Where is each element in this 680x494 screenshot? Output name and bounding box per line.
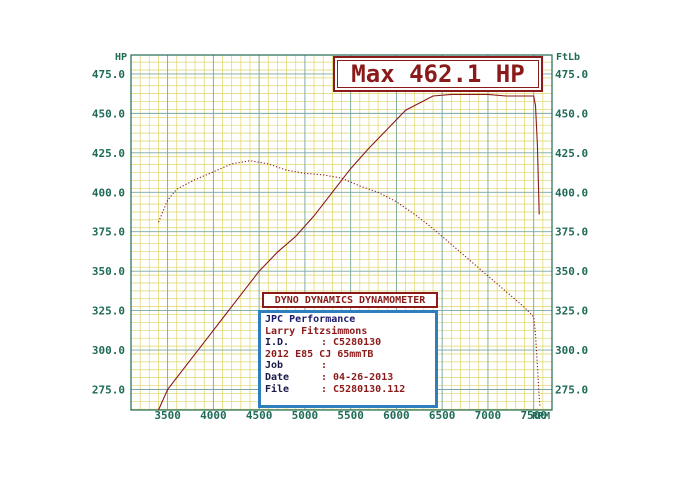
info-vehicle: 2012 E85 CJ 65mmTB — [265, 349, 431, 361]
date-value: : 04-26-2013 — [321, 371, 394, 383]
file-label: File — [265, 383, 290, 395]
y-tick-label-right: 400.0 — [555, 186, 588, 199]
customer-text: Larry Fitzsimmons — [265, 325, 368, 337]
info-date: Date : 04-26-2013 — [265, 372, 431, 384]
max-hp-label: Max 462.1 HP — [333, 56, 543, 92]
y-tick-label-right: 325.0 — [555, 305, 588, 318]
x-tick-label: 4000 — [200, 409, 227, 422]
x-tick-label: 4500 — [246, 409, 273, 422]
y-tick-label-left: 325.0 — [92, 305, 125, 318]
y-tick-label-left: 425.0 — [92, 147, 125, 160]
x-tick-label: 6000 — [383, 409, 410, 422]
x-axis-unit: RPM — [532, 411, 550, 422]
y-tick-label-left: 350.0 — [92, 265, 125, 278]
y-axis-right: 475.0 450.0 425.0 400.0 375.0 350.0 325.0 300.0… — [555, 68, 588, 397]
file-value: : C5280130.112 — [321, 383, 406, 395]
vehicle-text: 2012 E85 CJ 65mmTB — [265, 348, 374, 360]
y-tick-label-right: 425.0 — [555, 147, 588, 160]
y-tick-label-left: 450.0 — [92, 107, 125, 120]
x-tick-label: 6500 — [429, 409, 456, 422]
x-tick-label: 5500 — [337, 409, 364, 422]
job-label: Job — [265, 360, 284, 372]
y-tick-label-right: 275.0 — [555, 383, 588, 396]
company-text: JPC Performance — [265, 314, 356, 325]
dyno-title: DYNO DYNAMICS DYNAMOMETER — [262, 292, 438, 308]
y-axis-left: 475.0 450.0 425.0 400.0 375.0 350.0 325.0 300.0… — [92, 68, 125, 397]
left-axis-unit: HP — [115, 52, 127, 63]
y-tick-label-right: 450.0 — [555, 107, 588, 120]
right-axis-unit: FtLb — [556, 52, 580, 63]
y-tick-label-left: 275.0 — [92, 383, 125, 396]
y-tick-label-left: 375.0 — [92, 226, 125, 239]
info-company: JPC Performance — [265, 314, 431, 326]
max-hp-text: Max 462.1 HP — [351, 60, 525, 88]
y-tick-label-right: 350.0 — [555, 265, 588, 278]
y-tick-label-right: 300.0 — [555, 344, 588, 357]
job-value: : — [321, 360, 328, 372]
id-value: : C5280130 — [321, 337, 382, 349]
x-axis: 3500 4000 4500 5000 5500 6000 6500 7000 7500 — [154, 409, 547, 422]
info-id: I.D. : C5280130 — [265, 337, 431, 349]
id-label: I.D. — [265, 337, 290, 349]
info-box: JPC Performance Larry Fitzsimmons I.D. : … — [258, 310, 438, 408]
date-label: Date — [265, 371, 290, 383]
x-tick-label: 3500 — [154, 409, 181, 422]
y-tick-label-left: 475.0 — [92, 68, 125, 81]
info-customer: Larry Fitzsimmons — [265, 326, 431, 338]
x-tick-label: 7000 — [475, 409, 502, 422]
y-tick-label-right: 375.0 — [555, 226, 588, 239]
y-tick-label-right: 475.0 — [555, 68, 588, 81]
info-file: File : C5280130.112 — [265, 384, 431, 396]
info-job: Job: — [265, 360, 431, 372]
x-tick-label: 5000 — [292, 409, 319, 422]
y-tick-label-left: 300.0 — [92, 344, 125, 357]
y-tick-label-left: 400.0 — [92, 186, 125, 199]
